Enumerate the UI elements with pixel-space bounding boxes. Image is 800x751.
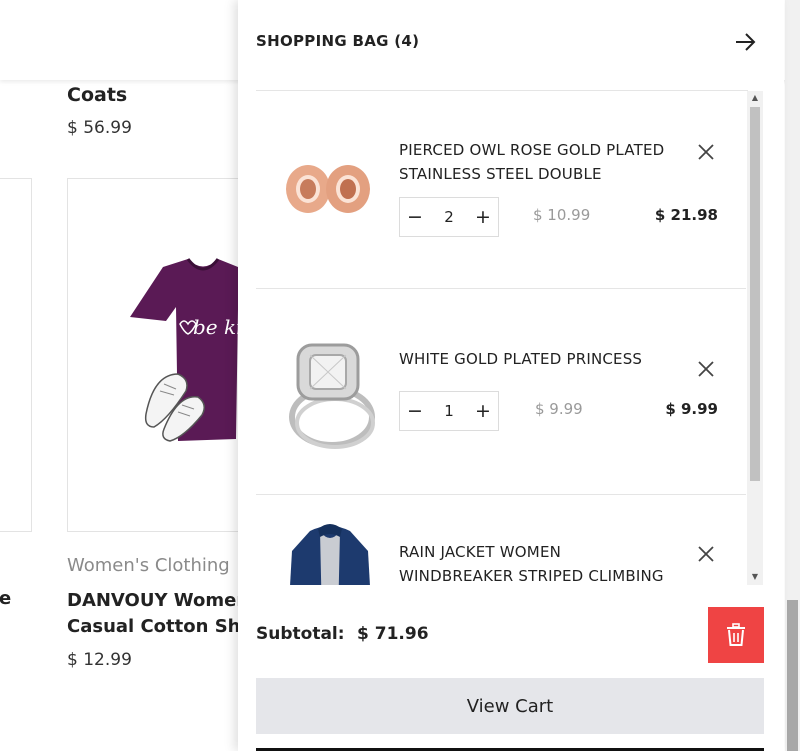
quantity-value[interactable]: 2 [437,208,461,226]
product-name-partial: e [0,588,12,609]
item-image-jacket[interactable] [280,521,380,585]
decrease-qty-button[interactable]: − [400,198,430,236]
cart-drawer: SHOPPING BAG (4) PIERCED OWL ROSE GOLD P… [238,0,784,751]
increase-qty-button[interactable]: + [468,392,498,430]
quantity-value[interactable]: 1 [437,402,461,420]
item-name[interactable]: PIERCED OWL ROSE GOLD PLATED STAINLESS S… [399,138,679,186]
unit-price: $ 9.99 [535,400,583,418]
close-icon[interactable] [696,142,716,162]
page-scrollbar-thumb[interactable] [787,600,798,751]
product-category: Women's Clothing [67,555,230,576]
close-icon[interactable] [696,359,716,379]
view-cart-button[interactable]: View Cart [256,678,764,734]
clear-cart-button[interactable] [708,607,764,663]
unit-price: $ 10.99 [533,206,591,224]
item-image-ring[interactable] [280,337,380,449]
page-scrollbar[interactable] [785,0,800,751]
decrease-qty-button[interactable]: − [400,392,430,430]
item-name[interactable]: RAIN JACKET WOMEN WINDBREAKER STRIPED CL… [399,540,679,585]
cart-items-scrollbar[interactable]: ▲ ▼ [747,91,763,585]
product-title[interactable]: Coats [67,84,127,106]
product-price: $ 56.99 [67,118,132,138]
product-name-line1: DANVOUY Women [67,590,250,611]
subtotal-label: Subtotal: [256,624,345,644]
close-icon[interactable] [696,544,716,564]
product-price: $ 12.99 [67,650,132,670]
item-name[interactable]: WHITE GOLD PLATED PRINCESS [399,347,679,371]
cart-item: WHITE GOLD PLATED PRINCESS − 1 + $ 9.99 … [256,289,746,494]
quantity-stepper: − 2 + [399,197,499,237]
product-name[interactable]: DANVOUY Women Casual Cotton Sh [67,588,249,640]
quantity-stepper: − 1 + [399,391,499,431]
cart-items-list[interactable]: PIERCED OWL ROSE GOLD PLATED STAINLESS S… [256,91,746,585]
trash-icon [727,623,745,646]
increase-qty-button[interactable]: + [468,198,498,236]
arrow-right-icon[interactable] [732,28,760,56]
product-name-line2: Casual Cotton Sh [67,616,241,637]
cart-items-scrollbar-thumb[interactable] [750,107,760,481]
product-card-partial[interactable] [0,178,32,532]
cart-title: SHOPPING BAG (4) [256,32,420,50]
item-image-earrings[interactable] [280,141,380,241]
subtotal-value: $ 71.96 [357,624,429,644]
cart-item: RAIN JACKET WOMEN WINDBREAKER STRIPED CL… [256,495,746,585]
cart-item: PIERCED OWL ROSE GOLD PLATED STAINLESS S… [256,91,746,289]
scroll-up-icon[interactable]: ▲ [750,93,760,103]
line-total: $ 9.99 [665,400,718,418]
line-total: $ 21.98 [654,206,718,224]
scroll-down-icon[interactable]: ▼ [750,572,760,582]
